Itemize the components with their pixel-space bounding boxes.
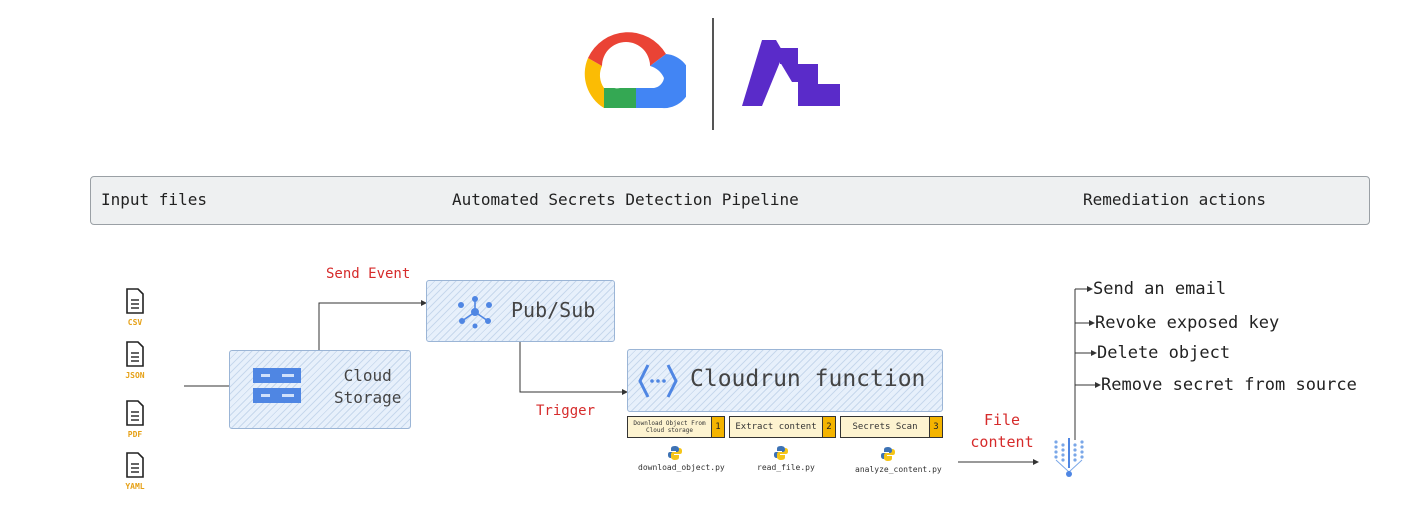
script-download-object: download_object.py — [638, 463, 725, 472]
file-icon — [126, 288, 144, 314]
step-label: Download Object From Cloud storage — [633, 420, 706, 434]
script-read-file: read_file.py — [757, 463, 815, 472]
python-icon — [668, 446, 682, 460]
pubsub-label: Pub/Sub — [511, 298, 596, 322]
step-number: 2 — [822, 417, 835, 437]
edge-label-trigger: Trigger — [536, 403, 596, 419]
input-file-pdf: PDF — [126, 400, 155, 439]
file-content-line1: File — [983, 411, 1021, 429]
cloud-storage-node: Cloud Storage — [229, 350, 411, 429]
edge-label-file-content: File content — [970, 409, 1034, 453]
action-delete-object: Delete object — [1097, 343, 1231, 363]
cloud-storage-line2: Storage — [334, 388, 402, 407]
action-revoke-key: Revoke exposed key — [1095, 313, 1280, 333]
cloudrun-icon — [638, 364, 678, 398]
file-icon — [126, 452, 144, 478]
file-content-line2: content — [970, 433, 1034, 451]
input-file-json: JSON — [125, 341, 155, 380]
step-number: 3 — [929, 417, 942, 437]
file-icon — [126, 400, 144, 426]
ai-analysis-icon — [1054, 438, 1084, 477]
script-analyze-content: analyze_content.py — [855, 465, 942, 474]
pubsub-node: Pub/Sub — [426, 280, 615, 342]
action-remove-secret: Remove secret from source — [1101, 375, 1357, 395]
input-file-csv: CSV — [126, 288, 155, 327]
cloudrun-label: Cloudrun function — [690, 366, 926, 392]
cloud-storage-label: Cloud Storage — [334, 365, 401, 409]
python-icon — [881, 447, 895, 461]
file-label: PDF — [127, 430, 143, 439]
action-send-email: Send an email — [1093, 279, 1227, 299]
cloudrun-function-node: Cloudrun function — [627, 349, 943, 412]
file-icon — [126, 341, 144, 367]
step-secrets-scan: Secrets Scan 3 — [840, 416, 943, 438]
pubsub-icon — [458, 296, 492, 329]
storage-icon — [253, 368, 301, 403]
file-label: CSV — [127, 318, 143, 327]
step-extract-content: Extract content 2 — [729, 416, 836, 438]
file-label: YAML — [125, 482, 145, 491]
file-label: JSON — [125, 371, 145, 380]
step-label: Extract content — [735, 421, 817, 432]
edge-label-send-event: Send Event — [326, 266, 411, 282]
python-icon — [774, 446, 788, 460]
cloud-storage-line1: Cloud — [343, 366, 392, 385]
step-number: 1 — [711, 417, 724, 437]
input-file-yaml: YAML — [125, 452, 155, 491]
step-label: Secrets Scan — [852, 421, 918, 432]
step-download-object: Download Object From Cloud storage 1 — [627, 416, 725, 438]
